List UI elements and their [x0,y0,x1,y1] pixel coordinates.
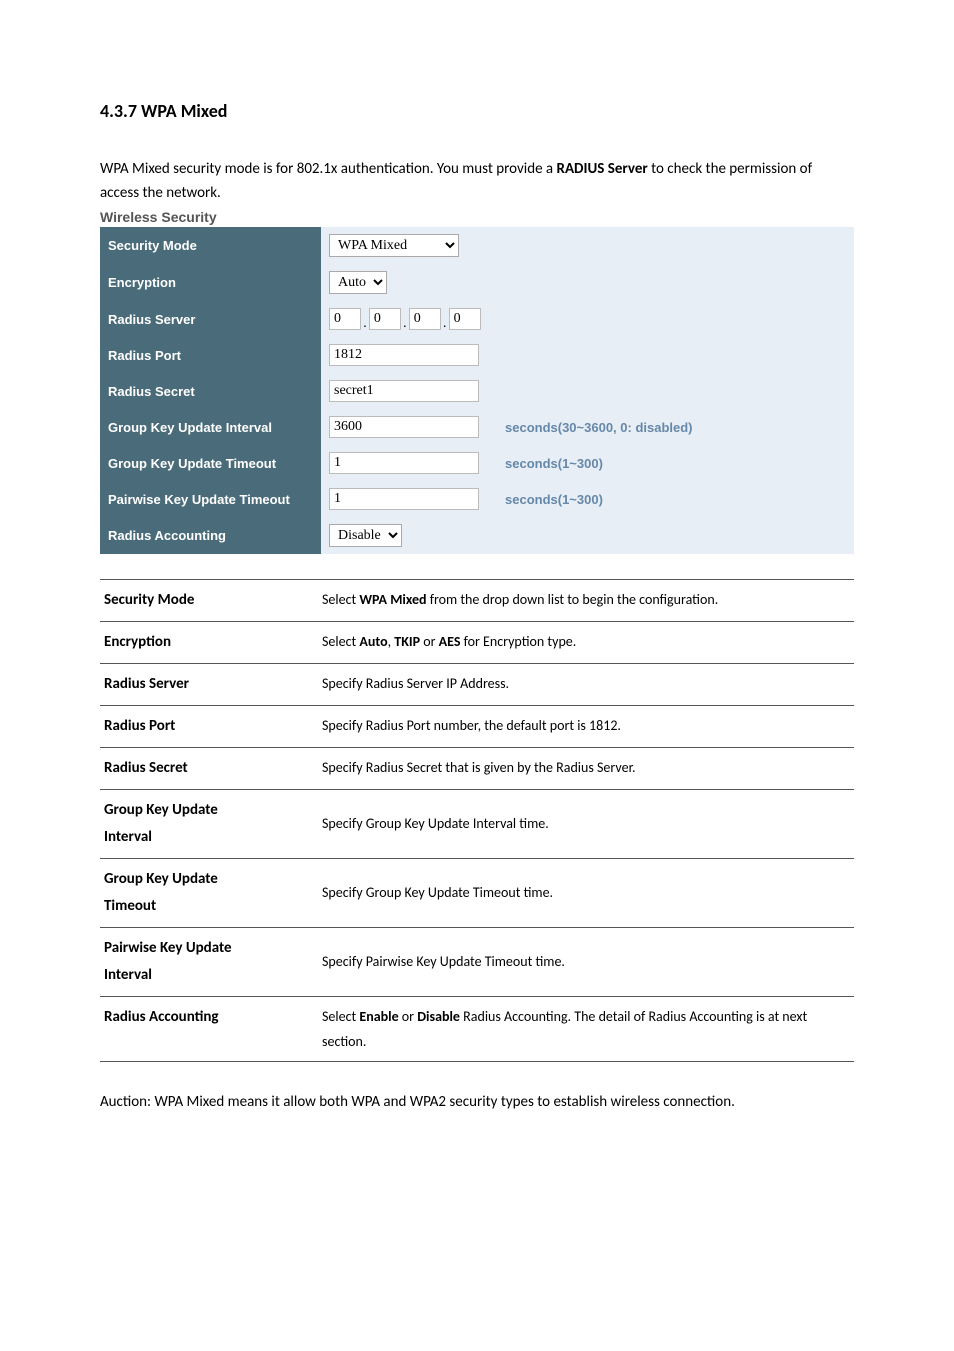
desc-security-mode-text: Select WPA Mixed from the drop down list… [318,580,854,622]
radius-accounting-row: Radius Accounting Disable [100,517,854,554]
desc-radius-secret-label: Radius Secret [100,748,318,790]
radius-accounting-label: Radius Accounting [100,517,321,554]
security-mode-label: Security Mode [100,227,321,264]
desc-radius-port-label: Radius Port [100,706,318,748]
radius-secret-row: Radius Secret [100,373,854,409]
desc-radius-secret-row: Radius Secret Specify Radius Secret that… [100,748,854,790]
desc-group-key-timeout-row: Group Key UpdateTimeout Specify Group Ke… [100,859,854,928]
description-table: Security Mode Select WPA Mixed from the … [100,579,854,1062]
radius-port-input[interactable] [329,344,479,366]
desc-radius-server-text: Specify Radius Server IP Address. [318,664,854,706]
encryption-label: Encryption [100,264,321,301]
desc-group-key-interval-label: Group Key UpdateInterval [100,790,318,859]
radius-ip-octet-3[interactable] [409,308,441,330]
radius-secret-input[interactable] [329,380,479,402]
desc-pairwise-label: Pairwise Key UpdateInterval [100,928,318,997]
ip-dot: . [441,314,449,330]
desc-radius-accounting-row: Radius Accounting Select Enable or Disab… [100,997,854,1062]
group-key-timeout-input[interactable] [329,452,479,474]
radius-ip-octet-1[interactable] [329,308,361,330]
wireless-security-title: Wireless Security [100,209,854,225]
radius-secret-label: Radius Secret [100,373,321,409]
desc-encryption-label: Encryption [100,622,318,664]
desc-radius-server-label: Radius Server [100,664,318,706]
desc-radius-server-row: Radius Server Specify Radius Server IP A… [100,664,854,706]
desc-group-key-timeout-label: Group Key UpdateTimeout [100,859,318,928]
wireless-security-table: Security Mode WPA Mixed Encryption Auto … [100,227,854,554]
radius-server-label: Radius Server [100,301,321,337]
radius-server-row: Radius Server ... [100,301,854,337]
security-mode-row: Security Mode WPA Mixed [100,227,854,264]
intro-text-1: WPA Mixed security mode is for 802.1x au… [100,160,557,178]
pairwise-timeout-hint: seconds(1~300) [497,481,854,517]
radius-port-row: Radius Port [100,337,854,373]
radius-port-label: Radius Port [100,337,321,373]
desc-radius-accounting-text: Select Enable or Disable Radius Accounti… [318,997,854,1062]
desc-radius-secret-text: Specify Radius Secret that is given by t… [318,748,854,790]
ip-dot: . [401,314,409,330]
group-key-interval-hint: seconds(30~3600, 0: disabled) [497,409,854,445]
desc-pairwise-text: Specify Pairwise Key Update Timeout time… [318,928,854,997]
desc-radius-port-row: Radius Port Specify Radius Port number, … [100,706,854,748]
desc-encryption-row: Encryption Select Auto, TKIP or AES for … [100,622,854,664]
desc-radius-port-text: Specify Radius Port number, the default … [318,706,854,748]
radius-accounting-select[interactable]: Disable [329,524,402,547]
encryption-row: Encryption Auto [100,264,854,301]
ip-dot: . [361,314,369,330]
group-key-timeout-label: Group Key Update Timeout [100,445,321,481]
intro-bold: RADIUS Server [557,160,648,178]
encryption-select[interactable]: Auto [329,271,387,294]
desc-encryption-text: Select Auto, TKIP or AES for Encryption … [318,622,854,664]
desc-group-key-timeout-text: Specify Group Key Update Timeout time. [318,859,854,928]
group-key-interval-row: Group Key Update Interval seconds(30~360… [100,409,854,445]
group-key-timeout-hint: seconds(1~300) [497,445,854,481]
group-key-interval-input[interactable] [329,416,479,438]
group-key-timeout-row: Group Key Update Timeout seconds(1~300) [100,445,854,481]
pairwise-timeout-row: Pairwise Key Update Timeout seconds(1~30… [100,481,854,517]
intro-paragraph: WPA Mixed security mode is for 802.1x au… [100,157,854,205]
desc-group-key-interval-row: Group Key UpdateInterval Specify Group K… [100,790,854,859]
pairwise-timeout-input[interactable] [329,488,479,510]
radius-ip-octet-4[interactable] [449,308,481,330]
group-key-interval-label: Group Key Update Interval [100,409,321,445]
radius-ip-octet-2[interactable] [369,308,401,330]
footer-note: Auction: WPA Mixed means it allow both W… [100,1090,854,1114]
desc-security-mode-row: Security Mode Select WPA Mixed from the … [100,580,854,622]
desc-group-key-interval-text: Specify Group Key Update Interval time. [318,790,854,859]
desc-pairwise-row: Pairwise Key UpdateInterval Specify Pair… [100,928,854,997]
pairwise-timeout-label: Pairwise Key Update Timeout [100,481,321,517]
desc-radius-accounting-label: Radius Accounting [100,997,318,1062]
section-heading: 4.3.7 WPA Mixed [100,100,854,122]
security-mode-select[interactable]: WPA Mixed [329,234,459,257]
desc-security-mode-label: Security Mode [100,580,318,622]
